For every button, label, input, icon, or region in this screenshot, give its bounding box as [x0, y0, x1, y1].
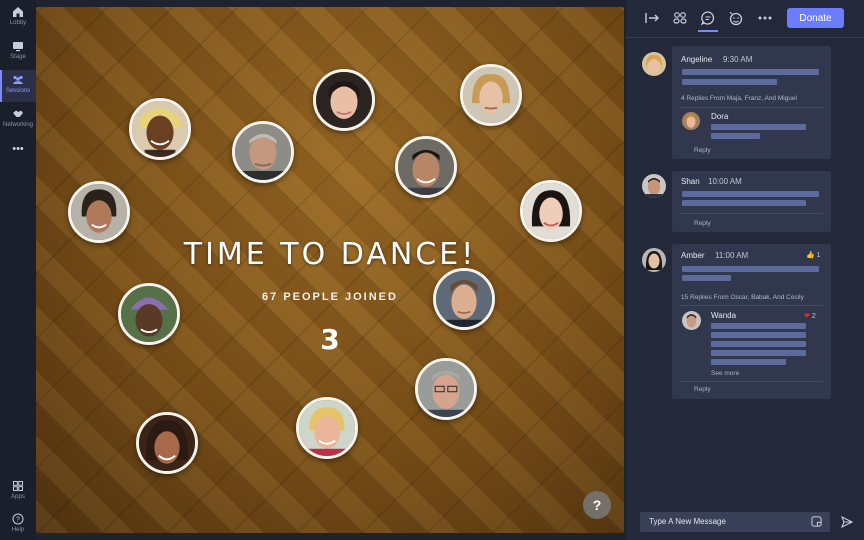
reply-text-placeholder — [711, 332, 806, 338]
reaction-count: 1 — [816, 252, 821, 259]
participant-avatar[interactable] — [460, 64, 522, 126]
reply-text-placeholder — [711, 341, 806, 347]
thumbs-up-icon: 👍 — [806, 252, 815, 259]
stage-title: TIME TO DANCE! — [183, 237, 477, 272]
reply-text-placeholder — [711, 124, 806, 130]
reply-text-placeholder — [711, 359, 786, 365]
participant-avatar[interactable] — [232, 121, 294, 183]
exit-icon[interactable] — [644, 10, 660, 26]
message-time: 9:30 AM — [723, 55, 753, 64]
sessions-icon — [13, 75, 23, 84]
message-author[interactable]: Angeline — [681, 55, 712, 64]
avatar[interactable] — [682, 112, 700, 130]
replies-summary[interactable]: 4 Replies From Maja, Franz, And Miguel — [681, 95, 797, 102]
app-window: Lobby Stage Sessions Networking ••• Apps… — [0, 0, 864, 540]
people-icon[interactable] — [672, 10, 688, 26]
message-text-placeholder — [682, 275, 731, 281]
nav-label-stage: Stage — [10, 54, 26, 60]
participant-avatar[interactable] — [296, 397, 358, 459]
reaction-count: 2 — [811, 313, 816, 320]
nav-label-lobby: Lobby — [9, 20, 27, 26]
see-more-link[interactable]: See more — [711, 370, 739, 377]
more-icon[interactable] — [757, 10, 773, 26]
dance-stage: TIME TO DANCE! 67 PEOPLE JOINED 3 ? — [36, 7, 624, 533]
nav-label-networking: Networking — [2, 122, 33, 128]
reply-text-placeholder — [711, 133, 760, 139]
left-navigation: Lobby Stage Sessions Networking ••• Apps… — [0, 0, 36, 540]
participant-avatar[interactable] — [395, 136, 457, 198]
message-time: 10:00 AM — [708, 177, 742, 186]
chat-icon[interactable] — [698, 10, 718, 32]
participant-avatar[interactable] — [136, 412, 198, 474]
reply-author[interactable]: Wanda — [711, 311, 736, 320]
reply-link[interactable]: Reply — [694, 386, 711, 393]
participants-joined-count: 67 PEOPLE JOINED — [262, 291, 398, 303]
divider — [680, 305, 823, 306]
message-text-placeholder — [682, 191, 819, 197]
nav-item-apps[interactable]: Apps — [0, 480, 36, 510]
sticker-icon[interactable] — [811, 516, 822, 527]
message-time: 11:00 AM — [715, 251, 749, 260]
apps-icon — [13, 481, 23, 491]
home-icon — [13, 7, 23, 17]
divider — [680, 107, 823, 108]
reply-link[interactable]: Reply — [694, 220, 711, 227]
heart-icon: ❤ — [804, 313, 810, 320]
participant-avatar[interactable] — [415, 358, 477, 420]
avatar[interactable] — [642, 52, 666, 76]
reply-text-placeholder — [711, 323, 806, 329]
reply-text-placeholder — [711, 350, 806, 356]
handshake-icon — [13, 110, 23, 117]
send-icon[interactable] — [841, 516, 853, 528]
nav-item-sessions[interactable]: Sessions — [0, 70, 36, 102]
panel-toolbar: Donate — [626, 0, 864, 38]
nav-more-button[interactable]: ••• — [0, 144, 36, 156]
nav-label-apps: Apps — [11, 494, 25, 500]
participant-avatar[interactable] — [520, 180, 582, 242]
nav-item-networking[interactable]: Networking — [0, 108, 36, 138]
heart-reaction[interactable]: ❤ 2 — [804, 312, 816, 320]
reply-link[interactable]: Reply — [694, 147, 711, 154]
participant-avatar[interactable] — [68, 181, 130, 243]
thumbs-up-reaction[interactable]: 👍 1 — [806, 251, 821, 259]
message-text-placeholder — [682, 79, 777, 85]
participant-avatar[interactable] — [313, 69, 375, 131]
participant-avatar[interactable] — [129, 98, 191, 160]
emoji-icon[interactable] — [728, 10, 744, 26]
avatar[interactable] — [642, 248, 666, 272]
message-text-placeholder — [682, 200, 806, 206]
message-author[interactable]: Amber — [681, 251, 705, 260]
avatar[interactable] — [682, 311, 701, 330]
countdown-number: 3 — [320, 323, 340, 356]
divider — [680, 381, 823, 382]
replies-summary[interactable]: 15 Replies From Oscar, Babak, And Cecily — [681, 294, 804, 301]
nav-label-sessions: Sessions — [5, 88, 31, 94]
nav-item-stage[interactable]: Stage — [0, 40, 36, 70]
message-input-placeholder[interactable]: Type A New Message — [649, 517, 726, 526]
message-text-placeholder — [682, 266, 819, 272]
chat-message-card: Angeline 9:30 AM 4 Replies From Maja, Fr… — [672, 46, 831, 159]
chat-message-card: Shan 10:00 AM Reply — [672, 171, 831, 232]
message-text-placeholder — [682, 69, 819, 75]
divider — [680, 213, 823, 214]
nav-item-lobby[interactable]: Lobby — [0, 6, 36, 36]
chat-panel: Donate Angeline 9:30 AM 4 Replies From M… — [626, 0, 864, 540]
avatar[interactable] — [642, 174, 666, 198]
help-icon: ? — [12, 513, 24, 525]
chat-message-card: Amber 11:00 AM 👍 1 15 Replies From Oscar… — [672, 244, 831, 399]
nav-item-help[interactable]: ? Help — [0, 513, 36, 540]
message-composer[interactable]: Type A New Message — [640, 512, 830, 532]
message-author[interactable]: Shan — [681, 177, 700, 186]
reply-author[interactable]: Dora — [711, 112, 728, 121]
svg-text:?: ? — [16, 517, 20, 524]
donate-button[interactable]: Donate — [787, 8, 844, 28]
stage-icon — [13, 42, 23, 52]
nav-label-help: Help — [11, 527, 25, 533]
help-button[interactable]: ? — [583, 491, 611, 519]
